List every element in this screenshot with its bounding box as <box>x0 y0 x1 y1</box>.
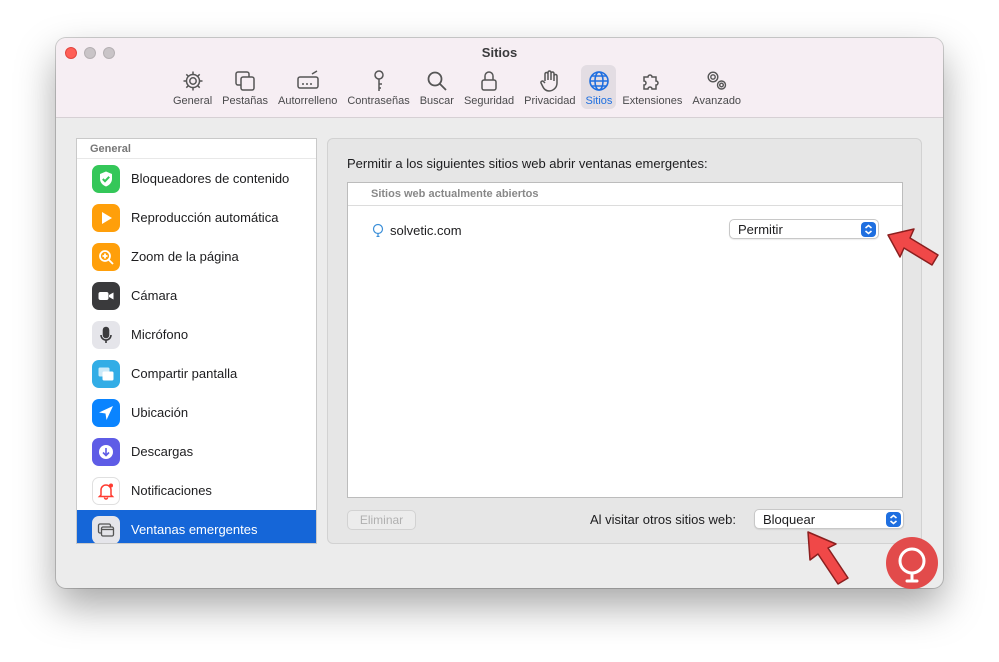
sidebar-item-label: Descargas <box>131 444 194 459</box>
tab-extensiones[interactable]: Extensiones <box>618 65 686 109</box>
lock-icon <box>481 71 497 91</box>
tab-avanzado-label: Avanzado <box>692 95 742 107</box>
tab-buscar[interactable]: Buscar <box>416 65 458 109</box>
annotation-arrow-icon <box>887 228 939 266</box>
sidebar-item-label: Compartir pantalla <box>131 366 238 381</box>
play-icon <box>92 203 120 232</box>
tab-avanzado[interactable]: Avanzado <box>688 65 745 109</box>
table-row[interactable]: solvetic.com Permitir <box>348 219 902 241</box>
globe-icon <box>589 71 609 91</box>
autofill-icon <box>296 70 319 89</box>
tab-pestanas[interactable]: Pestañas <box>218 65 272 109</box>
other-sites-value: Bloquear <box>763 512 816 527</box>
tab-contrasenas[interactable]: Contraseñas <box>343 65 413 109</box>
sidebar-item-microphone[interactable]: Micrófono <box>77 315 316 354</box>
tab-autorrelleno-label: Autorrelleno <box>278 95 338 107</box>
sidebar-item-label: Reproducción automática <box>131 210 279 225</box>
sidebar-item-label: Micrófono <box>131 327 189 342</box>
tab-privacidad-label: Privacidad <box>524 95 576 107</box>
sidebar-item-autoplay[interactable]: Reproducción automática <box>77 198 316 237</box>
site-permission-select[interactable]: Permitir <box>729 219 879 239</box>
tabs-icon <box>235 71 255 91</box>
key-icon <box>373 70 384 91</box>
sidebar-item-label: Notificaciones <box>131 483 212 498</box>
tab-seguridad[interactable]: Seguridad <box>460 65 518 109</box>
solvetic-logo-icon <box>886 537 938 589</box>
tab-privacidad[interactable]: Privacidad <box>520 65 579 109</box>
panel-description: Permitir a los siguientes sitios web abr… <box>347 156 708 171</box>
safari-preferences-window: Sitios General Pestañas Autorrelleno Con… <box>56 38 943 588</box>
open-sites-table: Sitios web actualmente abiertos solvetic… <box>347 182 903 498</box>
sidebar-item-label: Cámara <box>131 288 178 303</box>
settings-panel: Permitir a los siguientes sitios web abr… <box>327 138 922 544</box>
tab-autorrelleno[interactable]: Autorrelleno <box>274 65 341 109</box>
sidebar-item-popup-windows[interactable]: Ventanas emergentes <box>77 510 316 543</box>
tab-sitios-label: Sitios <box>585 95 613 107</box>
location-icon <box>92 398 120 427</box>
sidebar-item-label: Ubicación <box>131 405 189 420</box>
sidebar-item-label: Zoom de la página <box>131 249 239 264</box>
sidebar-item-label: Ventanas emergentes <box>131 522 258 537</box>
tab-sitios[interactable]: Sitios <box>581 65 617 109</box>
gear-icon <box>183 71 203 91</box>
tab-seguridad-label: Seguridad <box>463 95 515 107</box>
puzzle-icon <box>643 74 660 90</box>
tab-contrasenas-label: Contraseñas <box>347 95 410 107</box>
camera-icon <box>92 281 120 310</box>
download-icon <box>92 437 120 466</box>
settings-sidebar: General Bloqueadores de contenido Reprod… <box>76 138 317 544</box>
preferences-toolbar: General Pestañas Autorrelleno Contraseña… <box>169 65 747 111</box>
tab-pestanas-label: Pestañas <box>222 95 269 107</box>
sidebar-item-location[interactable]: Ubicación <box>77 393 316 432</box>
microphone-icon <box>92 320 120 349</box>
window-title: Sitios <box>481 45 518 60</box>
tab-general-label: General <box>173 95 213 107</box>
titlebar: Sitios General Pestañas Autorrelleno Con… <box>56 38 943 118</box>
table-header: Sitios web actualmente abiertos <box>348 183 902 206</box>
sidebar-item-label: Bloqueadores de contenido <box>131 171 290 186</box>
site-name: solvetic.com <box>390 223 462 238</box>
gears-icon <box>707 71 726 90</box>
tab-general[interactable]: General <box>169 65 216 109</box>
chevron-up-down-icon <box>886 512 901 527</box>
site-icon <box>372 223 384 237</box>
zoom-icon <box>92 242 120 271</box>
search-icon <box>427 71 447 91</box>
popup-window-icon <box>92 515 120 543</box>
sidebar-item-downloads[interactable]: Descargas <box>77 432 316 471</box>
sidebar-item-screen-share[interactable]: Compartir pantalla <box>77 354 316 393</box>
sidebar-item-notifications[interactable]: Notificaciones <box>77 471 316 510</box>
remove-button[interactable]: Eliminar <box>347 510 416 530</box>
other-sites-select[interactable]: Bloquear <box>754 509 904 529</box>
tab-buscar-label: Buscar <box>419 95 454 107</box>
sidebar-header: General <box>77 139 316 159</box>
annotation-arrow-icon <box>807 531 849 585</box>
sidebar-item-content-blockers[interactable]: Bloqueadores de contenido <box>77 159 316 198</box>
bell-icon <box>92 476 120 505</box>
hand-icon <box>540 70 558 92</box>
other-sites-label: Al visitar otros sitios web: <box>590 512 736 527</box>
site-permission-value: Permitir <box>738 222 783 237</box>
sidebar-item-page-zoom[interactable]: Zoom de la página <box>77 237 316 276</box>
shield-check-icon <box>92 164 120 193</box>
chevron-up-down-icon <box>861 222 876 237</box>
tab-extensiones-label: Extensiones <box>622 95 683 107</box>
screen-share-icon <box>92 359 120 388</box>
sidebar-item-camera[interactable]: Cámara <box>77 276 316 315</box>
